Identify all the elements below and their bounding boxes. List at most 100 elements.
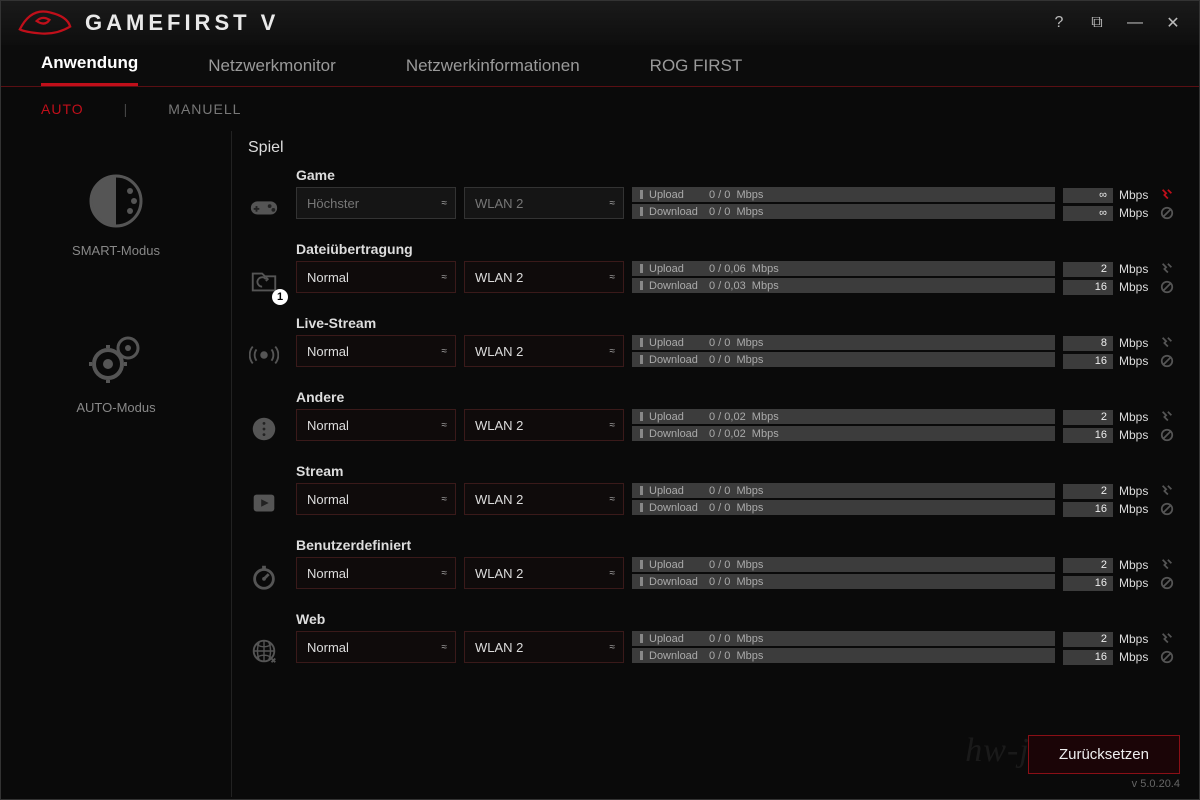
category-row: Stream Normal ≈ WLAN 2 ≈ Upload0 / 0 Mbp…: [244, 463, 1175, 523]
download-bar: Download0 / 0 Mbps: [632, 352, 1055, 367]
tab-rog-first[interactable]: ROG FIRST: [650, 56, 743, 86]
chevron-icon: ≈: [442, 272, 446, 283]
interface-dropdown[interactable]: WLAN 2 ≈: [464, 187, 624, 219]
interface-dropdown[interactable]: WLAN 2 ≈: [464, 483, 624, 515]
link-button[interactable]: ⧉: [1087, 13, 1107, 33]
download-bar: Download0 / 0,03 Mbps: [632, 278, 1055, 293]
interface-value: WLAN 2: [475, 640, 523, 655]
upload-limit-input[interactable]: 2: [1063, 410, 1113, 425]
mode-smart[interactable]: SMART-Modus: [72, 171, 160, 258]
chevron-icon: ≈: [610, 420, 614, 431]
upload-bar: Upload0 / 0 Mbps: [632, 187, 1055, 202]
run-icon[interactable]: [1159, 483, 1175, 499]
upload-limit-input[interactable]: 2: [1063, 484, 1113, 499]
upload-limit-input[interactable]: 2: [1063, 262, 1113, 277]
block-icon[interactable]: [1159, 649, 1175, 665]
app-logo: GAMEFIRST V: [17, 3, 279, 44]
unit-label: Mbps: [1119, 188, 1153, 202]
close-button[interactable]: ✕: [1163, 13, 1183, 33]
interface-value: WLAN 2: [475, 492, 523, 507]
mode-label: SMART-Modus: [72, 243, 160, 258]
priority-dropdown[interactable]: Normal ≈: [296, 483, 456, 515]
upload-bar: Upload0 / 0 Mbps: [632, 557, 1055, 572]
reset-button[interactable]: Zurücksetzen: [1028, 735, 1180, 774]
unit-label: Mbps: [1119, 428, 1153, 442]
interface-dropdown[interactable]: WLAN 2 ≈: [464, 409, 624, 441]
run-icon[interactable]: [1159, 557, 1175, 573]
category-icon: [244, 483, 284, 523]
tab-netzwerkmonitor[interactable]: Netzwerkmonitor: [208, 56, 336, 86]
app-title: GAMEFIRST V: [85, 10, 279, 36]
priority-dropdown[interactable]: Normal ≈: [296, 261, 456, 293]
rog-eye-icon: [17, 3, 73, 44]
interface-value: WLAN 2: [475, 270, 523, 285]
download-limit-input[interactable]: 16: [1063, 280, 1113, 295]
chevron-icon: ≈: [610, 198, 614, 209]
run-icon[interactable]: [1159, 631, 1175, 647]
upload-limit-input[interactable]: 2: [1063, 558, 1113, 573]
category-row: Game Höchster ≈ WLAN 2 ≈ Upload0 / 0 Mbp…: [244, 167, 1175, 227]
priority-dropdown[interactable]: Normal ≈: [296, 335, 456, 367]
block-icon[interactable]: [1159, 575, 1175, 591]
block-icon[interactable]: [1159, 205, 1175, 221]
interface-dropdown[interactable]: WLAN 2 ≈: [464, 261, 624, 293]
interface-dropdown[interactable]: WLAN 2 ≈: [464, 557, 624, 589]
subtab-manuell[interactable]: MANUELL: [168, 101, 241, 117]
priority-value: Normal: [307, 418, 349, 433]
category-row: 1 Dateiübertragung Normal ≈ WLAN 2 ≈ Upl…: [244, 241, 1175, 301]
upload-bar: Upload0 / 0 Mbps: [632, 335, 1055, 350]
run-icon[interactable]: [1159, 261, 1175, 277]
interface-dropdown[interactable]: WLAN 2 ≈: [464, 335, 624, 367]
block-icon[interactable]: [1159, 279, 1175, 295]
minimize-button[interactable]: —: [1125, 13, 1145, 33]
priority-value: Normal: [307, 492, 349, 507]
download-limit-input[interactable]: 16: [1063, 650, 1113, 665]
upload-limit-input[interactable]: 8: [1063, 336, 1113, 351]
block-icon[interactable]: [1159, 427, 1175, 443]
chevron-icon: ≈: [442, 346, 446, 357]
download-limit-input[interactable]: 16: [1063, 428, 1113, 443]
chevron-icon: ≈: [442, 568, 446, 579]
category-title: Stream: [296, 463, 1175, 479]
chevron-icon: ≈: [610, 272, 614, 283]
priority-dropdown[interactable]: Normal ≈: [296, 631, 456, 663]
help-button[interactable]: ?: [1049, 13, 1069, 33]
tab-netzwerkinformationen[interactable]: Netzwerkinformationen: [406, 56, 580, 86]
priority-dropdown[interactable]: Normal ≈: [296, 409, 456, 441]
priority-value: Normal: [307, 344, 349, 359]
download-bar: Download0 / 0 Mbps: [632, 204, 1055, 219]
chevron-icon: ≈: [610, 346, 614, 357]
upload-limit-input[interactable]: 2: [1063, 632, 1113, 647]
subtab-auto[interactable]: AUTO: [41, 101, 84, 117]
priority-value: Normal: [307, 640, 349, 655]
run-icon[interactable]: [1159, 335, 1175, 351]
upload-bar: Upload0 / 0,06 Mbps: [632, 261, 1055, 276]
download-bar: Download0 / 0 Mbps: [632, 574, 1055, 589]
upload-limit-input[interactable]: ∞: [1063, 188, 1113, 203]
section-title: Spiel: [248, 139, 1175, 157]
content: Spiel Game Höchster ≈ WLAN 2 ≈ Upload0 /…: [231, 131, 1199, 797]
mode-auto[interactable]: AUTO-Modus: [76, 328, 155, 415]
category-icon: [244, 631, 284, 671]
category-icon: [244, 335, 284, 375]
block-icon[interactable]: [1159, 501, 1175, 517]
interface-dropdown[interactable]: WLAN 2 ≈: [464, 631, 624, 663]
tab-anwendung[interactable]: Anwendung: [41, 53, 138, 86]
upload-bar: Upload0 / 0 Mbps: [632, 483, 1055, 498]
priority-dropdown[interactable]: Höchster ≈: [296, 187, 456, 219]
download-limit-input[interactable]: 16: [1063, 502, 1113, 517]
unit-label: Mbps: [1119, 336, 1153, 350]
bandwidth-bars: Upload0 / 0 Mbps Download0 / 0 Mbps: [632, 631, 1055, 665]
unit-label: Mbps: [1119, 632, 1153, 646]
download-limit-input[interactable]: 16: [1063, 354, 1113, 369]
block-icon[interactable]: [1159, 353, 1175, 369]
run-icon[interactable]: [1159, 409, 1175, 425]
download-bar: Download0 / 0 Mbps: [632, 500, 1055, 515]
priority-dropdown[interactable]: Normal ≈: [296, 557, 456, 589]
run-icon[interactable]: [1159, 187, 1175, 203]
download-limit-input[interactable]: ∞: [1063, 206, 1113, 221]
download-limit-input[interactable]: 16: [1063, 576, 1113, 591]
category-row: Andere Normal ≈ WLAN 2 ≈ Upload0 / 0,02 …: [244, 389, 1175, 449]
category-title: Benutzerdefiniert: [296, 537, 1175, 553]
priority-value: Höchster: [307, 196, 359, 211]
